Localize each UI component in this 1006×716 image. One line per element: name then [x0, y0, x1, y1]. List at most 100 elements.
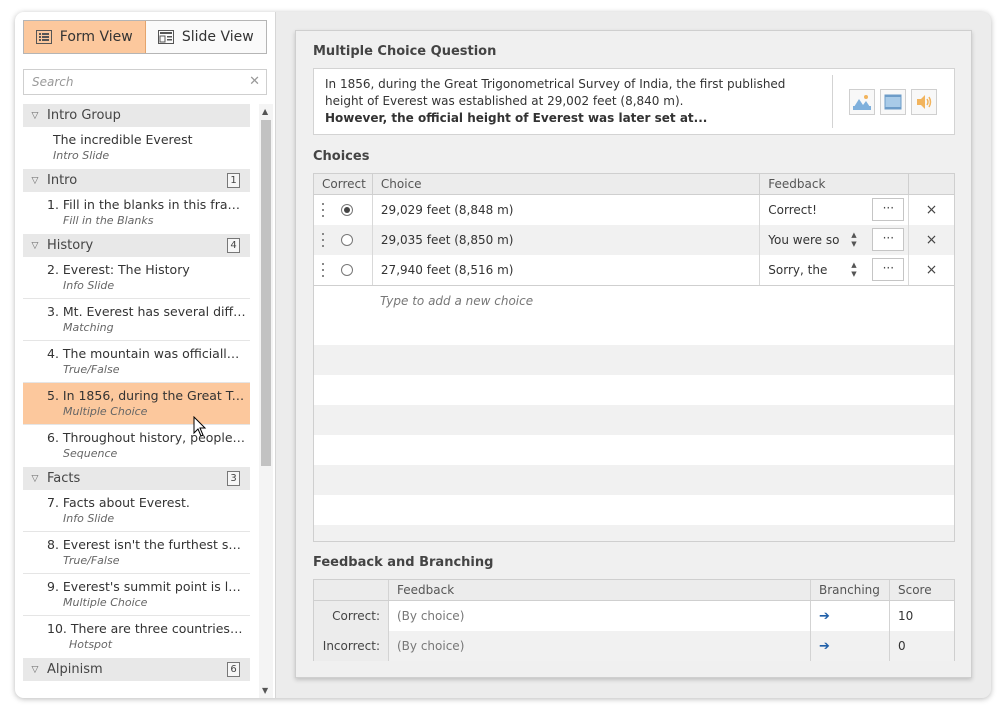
group-intro[interactable]: ▽ Intro 1: [23, 169, 250, 192]
question-text-box[interactable]: In 1856, during the Great Trigonometrica…: [313, 68, 955, 135]
slide-tree: ▽ Intro Group The incredible Everest Int…: [23, 104, 250, 698]
delete-choice-button[interactable]: ×: [909, 255, 954, 285]
table-row[interactable]: 29,035 feet (8,850 m) You were so ▲ ▼ ···…: [314, 225, 954, 255]
correct-radio[interactable]: [340, 234, 353, 246]
group-count-badge: 1: [227, 173, 240, 188]
choice-feedback[interactable]: You were so: [768, 233, 846, 247]
group-label: Intro: [47, 173, 78, 188]
scrollbar-thumb[interactable]: [261, 120, 271, 466]
delete-choice-button[interactable]: ×: [909, 195, 954, 225]
tree-item[interactable]: 9. Everest's summit point is loc... Mult…: [23, 574, 250, 616]
group-facts[interactable]: ▽ Facts 3: [23, 467, 250, 490]
branch-arrow-icon[interactable]: ➔: [811, 631, 890, 661]
tree-item-title: 9. Everest's summit point is loc...: [47, 579, 246, 594]
choice-feedback[interactable]: Correct!: [768, 203, 846, 217]
tree-item-type: Info Slide: [63, 512, 115, 525]
tree-item[interactable]: 10. There are three countries vi... Hots…: [23, 616, 250, 658]
empty-row: [314, 405, 954, 435]
group-count-badge: 3: [227, 471, 240, 486]
empty-row: [314, 465, 954, 495]
feedback-field[interactable]: (By choice): [389, 631, 811, 661]
close-icon[interactable]: ✕: [249, 74, 260, 89]
video-icon[interactable]: [880, 89, 906, 115]
tree-item[interactable]: The incredible Everest Intro Slide: [23, 127, 250, 169]
slide-view-button[interactable]: Slide View: [146, 21, 267, 53]
chevron-down-icon[interactable]: ▽: [23, 241, 47, 251]
feedback-field[interactable]: (By choice): [389, 601, 811, 631]
empty-row: [314, 375, 954, 405]
question-section-title: Multiple Choice Question: [313, 44, 497, 59]
tree-item-title: 8. Everest isn't the furthest sum...: [47, 537, 246, 552]
correct-radio[interactable]: [340, 264, 353, 276]
scroll-up-icon[interactable]: ▲: [262, 107, 268, 116]
group-count-badge: 6: [227, 662, 240, 677]
delete-choice-button[interactable]: ×: [909, 225, 954, 255]
more-button[interactable]: ···: [872, 198, 905, 221]
tree-item-type: Intro Slide: [53, 149, 110, 162]
tree-item-title: 7. Facts about Everest.: [47, 495, 190, 510]
tree-item-type: Sequence: [63, 447, 118, 460]
chevron-down-icon[interactable]: ▽: [23, 665, 47, 675]
add-choice-input[interactable]: Type to add a new choice: [314, 285, 954, 315]
group-history[interactable]: ▽ History 4: [23, 234, 250, 257]
header-feedback: Feedback: [389, 580, 811, 600]
table-row[interactable]: 27,940 feet (8,516 m) Sorry, the ▲ ▼ ··· …: [314, 255, 954, 285]
header-feedback: Feedback: [760, 174, 910, 194]
search-placeholder: Search: [32, 75, 74, 89]
slide-view-label: Slide View: [181, 29, 254, 45]
panel-divider[interactable]: [275, 12, 276, 698]
chevron-down-icon[interactable]: ▽: [23, 176, 47, 186]
row-label: Correct:: [314, 601, 389, 631]
correct-radio[interactable]: [340, 204, 353, 216]
tree-item[interactable]: 3. Mt. Everest has several differ... Mat…: [23, 299, 250, 341]
tree-item-selected[interactable]: 5. In 1856, during the Great Tri... Mult…: [23, 383, 250, 425]
tree-item-type: Multiple Choice: [63, 405, 148, 418]
form-view-button[interactable]: Form View: [24, 21, 146, 53]
group-alpinism[interactable]: ▽ Alpinism 6: [23, 658, 250, 681]
group-intro-group[interactable]: ▽ Intro Group: [23, 104, 250, 127]
group-label: History: [47, 238, 94, 253]
more-button[interactable]: ···: [872, 228, 905, 251]
scroll-down-icon[interactable]: ▼: [262, 686, 268, 695]
header-choice: Choice: [373, 174, 761, 194]
score-field[interactable]: 0: [890, 631, 954, 661]
tree-item[interactable]: 2. Everest: The History Info Slide: [23, 257, 250, 299]
spinner-icon[interactable]: ▲ ▼: [851, 261, 856, 279]
choices-table: Correct Choice Feedback 29,029 feet (8,8…: [313, 173, 955, 542]
branch-arrow-icon[interactable]: ➔: [811, 601, 890, 631]
row-label: Incorrect:: [314, 631, 389, 661]
more-button[interactable]: ···: [872, 258, 905, 281]
choice-feedback[interactable]: Sorry, the: [768, 263, 846, 277]
form-view-label: Form View: [59, 29, 133, 45]
search-input[interactable]: Search ✕: [23, 69, 267, 95]
tree-item-type: Matching: [63, 321, 114, 334]
chevron-down-icon[interactable]: ▽: [23, 474, 47, 484]
choices-header: Correct Choice Feedback: [314, 174, 954, 195]
audio-icon[interactable]: [911, 89, 937, 115]
group-label: Facts: [47, 471, 81, 486]
choice-text[interactable]: 29,029 feet (8,848 m): [373, 195, 761, 225]
tree-item-title: The incredible Everest: [53, 132, 193, 147]
tree-scrollbar[interactable]: ▲ ▼: [259, 104, 273, 698]
mouse-cursor-icon: [193, 415, 207, 441]
table-row[interactable]: 29,029 feet (8,848 m) Correct! ··· ×: [314, 195, 954, 225]
spinner-icon[interactable]: ▲ ▼: [851, 231, 856, 249]
score-field[interactable]: 10: [890, 601, 954, 631]
empty-row: [314, 525, 954, 541]
choice-text[interactable]: 27,940 feet (8,516 m): [373, 255, 761, 285]
choice-text[interactable]: 29,035 feet (8,850 m): [373, 225, 761, 255]
tree-item[interactable]: 4. The mountain was officially n... True…: [23, 341, 250, 383]
tree-item[interactable]: 8. Everest isn't the furthest sum... Tru…: [23, 532, 250, 574]
tree-item-title: 1. Fill in the blanks in this frag...: [47, 197, 246, 212]
group-count-badge: 4: [227, 238, 240, 253]
tree-item-type: Multiple Choice: [63, 596, 148, 609]
chevron-down-icon[interactable]: ▽: [23, 111, 47, 121]
tree-item[interactable]: 7. Facts about Everest. Info Slide: [23, 490, 250, 532]
picture-icon[interactable]: [849, 89, 875, 115]
empty-row: [314, 495, 954, 525]
feedback-branching-table: Feedback Branching Score Correct: (By ch…: [313, 579, 955, 661]
tree-item[interactable]: 1. Fill in the blanks in this frag... Fi…: [23, 192, 250, 234]
tree-item-type: Fill in the Blanks: [63, 214, 154, 227]
feedback-header: Feedback Branching Score: [314, 580, 954, 601]
tree-item[interactable]: 6. Throughout history, people h... Seque…: [23, 425, 250, 467]
